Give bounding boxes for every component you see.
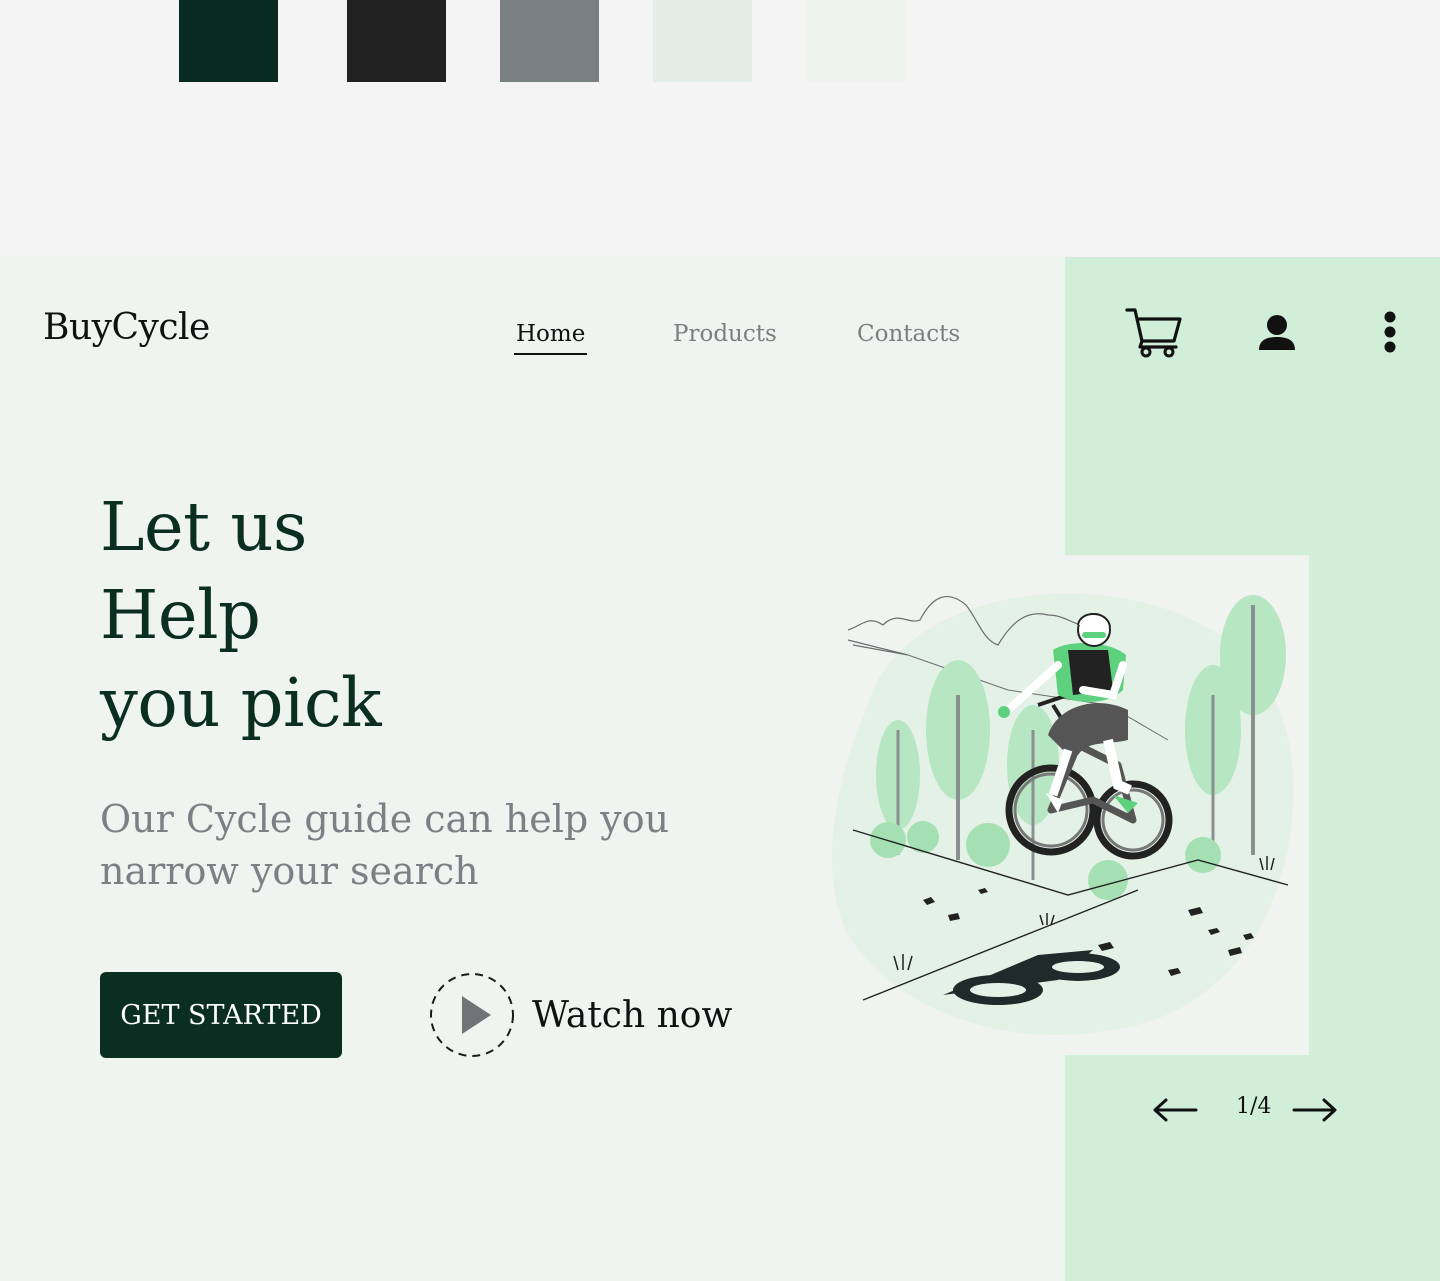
headline-line-3: you pick: [100, 664, 382, 742]
hero-headline: Let us Help you pick: [100, 483, 382, 747]
cart-icon[interactable]: [1125, 307, 1183, 359]
palette-swatch-pale-mint: [806, 0, 905, 82]
palette-swatch-charcoal: [347, 0, 446, 82]
brand-logo[interactable]: BuyCycle: [43, 307, 210, 348]
get-started-button[interactable]: GET STARTED: [100, 972, 342, 1058]
slide-counter: 1/4: [1236, 1094, 1272, 1119]
play-icon: [430, 973, 514, 1057]
headline-line-2: Help: [100, 576, 261, 654]
nav-home[interactable]: Home: [513, 321, 588, 355]
watch-now-label: Watch now: [532, 994, 733, 1036]
more-vertical-icon[interactable]: [1380, 311, 1400, 353]
arrow-right-icon[interactable]: [1290, 1096, 1340, 1124]
palette-swatch-gray: [500, 0, 599, 82]
palette-swatch-mint: [653, 0, 752, 82]
arrow-left-icon[interactable]: [1150, 1096, 1200, 1124]
headline-line-1: Let us: [100, 488, 307, 566]
palette-swatch-dark-green: [179, 0, 278, 82]
user-icon[interactable]: [1258, 314, 1296, 352]
cyclist-illustration: [808, 555, 1309, 1055]
slider-pager: 1/4: [1150, 1092, 1345, 1128]
nav-contacts[interactable]: Contacts: [857, 321, 960, 347]
hero-subtext: Our Cycle guide can help you narrow your…: [100, 797, 670, 893]
hero-section: BuyCycle Home Products Contacts Let us H…: [0, 257, 1440, 1281]
nav-products[interactable]: Products: [673, 321, 777, 347]
watch-now-button[interactable]: Watch now: [428, 972, 732, 1058]
